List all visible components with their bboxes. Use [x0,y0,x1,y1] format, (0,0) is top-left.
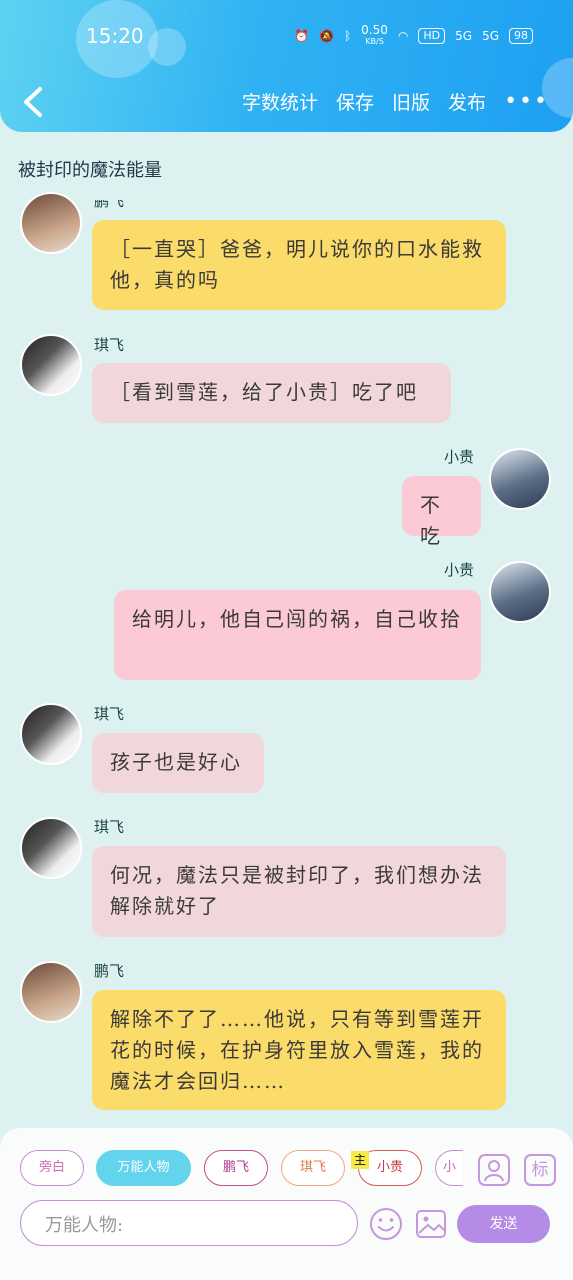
message-sender: 琪飞 [94,336,125,354]
role-chip-narration[interactable]: 旁白 [20,1150,84,1186]
avatar-xiaogui[interactable] [489,561,551,623]
role-chip-qifei[interactable]: 琪飞 [281,1150,345,1186]
avatar-pengfei[interactable] [20,192,82,254]
message-sender: 琪飞 [94,818,125,836]
message-sender: 鹏飞 [94,192,125,210]
net-speed-unit: KB/S [365,37,384,46]
avatar-qifei[interactable] [20,817,82,879]
signal-icon-2: 5G [482,29,499,43]
hd-icon: HD [418,28,446,44]
message-bubble[interactable]: ［看到雪莲，给了小贵］吃了吧 [92,363,451,423]
publish-button[interactable]: 发布 [448,88,486,115]
message-bubble[interactable]: 解除不了了……他说，只有等到雪莲开花的时候，在护身符里放入雪莲，我的魔法才会回归… [92,990,506,1110]
mute-bell-icon: 🔕 [319,29,334,43]
net-speed-value: 0.50 [361,23,388,37]
role-chip-partial[interactable]: 小 [435,1150,463,1186]
person-icon[interactable] [478,1154,510,1186]
page-title: 被封印的魔法能量 [18,160,162,181]
battery-indicator: 98 [509,28,533,44]
save-button[interactable]: 保存 [336,88,374,115]
main-role-badge: 主 [351,1151,369,1169]
avatar-qifei[interactable] [20,334,82,396]
signal-icon-1: 5G [455,29,473,43]
status-time: 15:20 [86,24,144,48]
alarm-icon: ⏰ [294,29,310,43]
tag-icon[interactable]: 标 [524,1154,556,1186]
message-bubble[interactable]: 不吃 [402,476,481,548]
net-speed: 0.50 KB/S [361,23,388,47]
status-icons: ⏰ 🔕 ᛒ 0.50 KB/S ◠ HD 5G 5G 98 [294,23,533,47]
old-version-button[interactable]: 旧版 [392,88,430,115]
toolbar-actions: 字数统计 保存 旧版 发布 ••• [242,88,549,115]
more-icon[interactable]: ••• [504,89,549,114]
composer-panel: 旁白 万能人物 鹏飞 琪飞 小贵 主 小 标 万能人物: 发送 [0,1128,573,1280]
tag-icon-label: 标 [531,1160,549,1180]
send-button[interactable]: 发送 [457,1205,550,1243]
avatar-xiaogui[interactable] [489,448,551,510]
bluetooth-icon: ᛒ [343,29,352,43]
avatar-qifei[interactable] [20,703,82,765]
word-count-button[interactable]: 字数统计 [242,88,318,115]
message-bubble[interactable]: 孩子也是好心 [92,733,264,793]
role-chip-universal[interactable]: 万能人物 [96,1150,191,1186]
image-icon[interactable] [413,1206,449,1242]
avatar-pengfei[interactable] [20,961,82,1023]
message-sender: 鹏飞 [94,962,125,980]
wifi-icon: ◠ [397,29,409,43]
role-chip-pengfei[interactable]: 鹏飞 [204,1150,268,1186]
header-bar: 15:20 ⏰ 🔕 ᛒ 0.50 KB/S ◠ HD 5G 5G 98 字数统计… [0,0,573,132]
message-sender: 小贵 [444,561,475,579]
message-bubble[interactable]: 何况，魔法只是被封印了，我们想办法解除就好了 [92,846,506,937]
message-input[interactable]: 万能人物: [20,1200,358,1246]
back-arrow-icon[interactable] [20,85,48,119]
message-bubble[interactable]: ［一直哭］爸爸，明儿说你的口水能救他，真的吗 [92,220,506,310]
message-bubble[interactable]: 给明儿，他自己闯的祸，自己收拾 [114,590,481,680]
emoji-icon[interactable] [368,1206,404,1242]
status-bar: 15:20 ⏰ 🔕 ᛒ 0.50 KB/S ◠ HD 5G 5G 98 [0,0,573,70]
message-sender: 琪飞 [94,705,125,723]
message-sender: 小贵 [444,448,475,466]
